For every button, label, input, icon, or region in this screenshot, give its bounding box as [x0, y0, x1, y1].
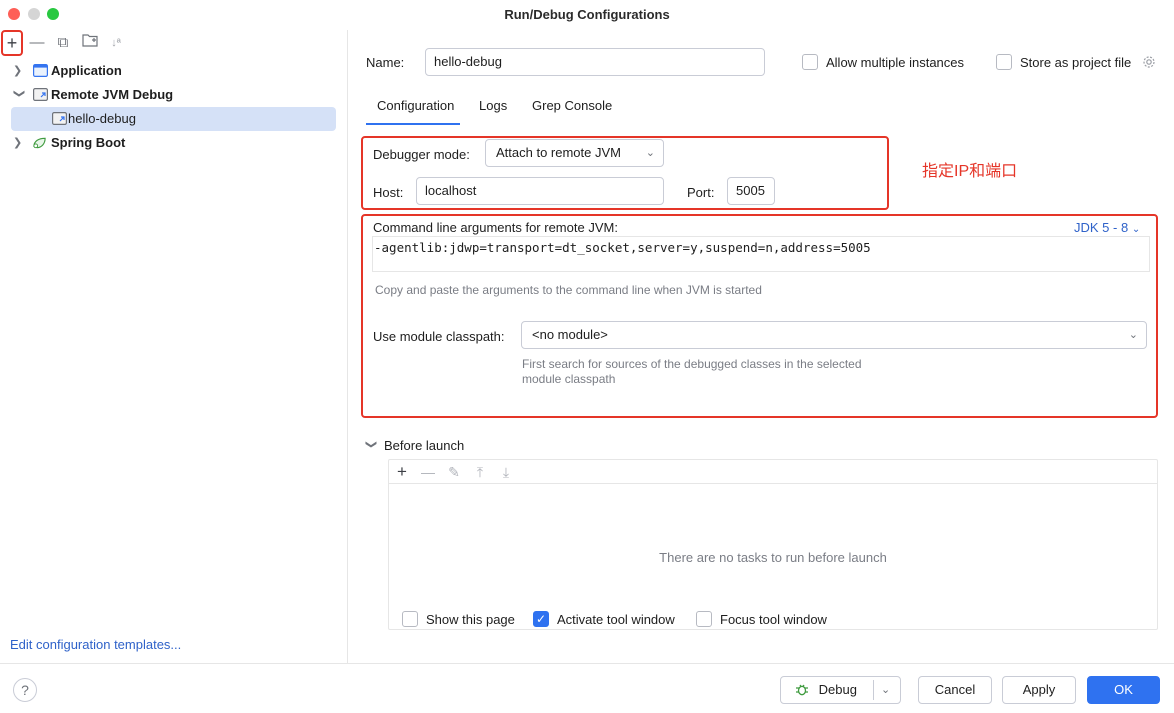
chevron-down-icon: ⌄ [645, 147, 655, 159]
remove-task-icon[interactable]: — [418, 462, 438, 482]
active-tab-indicator [366, 123, 460, 125]
before-launch-chevron-icon[interactable]: ❯ [365, 440, 378, 449]
remove-icon[interactable]: — [27, 33, 47, 53]
add-task-icon[interactable]: + [392, 462, 412, 482]
cancel-button[interactable]: Cancel [918, 676, 992, 704]
chevron-down-icon: ⌄ [1131, 224, 1141, 235]
tree-item-remote-jvm-debug[interactable]: ❯ Remote JVM Debug [0, 83, 336, 107]
module-classpath-label: Use module classpath: [373, 329, 505, 344]
name-label: Name: [366, 55, 405, 70]
edit-configuration-templates-link[interactable]: Edit configuration templates... [10, 637, 181, 652]
focus-tool-window-checkbox[interactable] [696, 611, 712, 627]
application-icon [33, 64, 48, 77]
cmd-args-hint: Copy and paste the arguments to the comm… [375, 283, 762, 297]
new-folder-icon[interactable] [80, 33, 100, 53]
chevron-down-icon: ⌄ [1128, 329, 1138, 341]
show-page-label: Show this page [426, 612, 515, 627]
tab-logs[interactable]: Logs [479, 98, 507, 113]
tab-configuration[interactable]: Configuration [377, 98, 454, 113]
chevron-right-icon[interactable]: ❯ [13, 131, 25, 155]
name-field[interactable]: hello-debug [425, 48, 765, 76]
remote-jvm-debug-icon [33, 88, 48, 101]
allow-multiple-checkbox[interactable] [802, 54, 818, 70]
sidebar-toolbar: + — ⧉ ↓ª [0, 30, 348, 56]
chevron-down-icon[interactable]: ⌄ [881, 677, 890, 703]
host-field[interactable]: localhost [416, 177, 664, 205]
port-field[interactable]: 5005 [727, 177, 775, 205]
gear-icon[interactable] [1142, 55, 1156, 69]
debug-split-button[interactable]: Debug ⌄ [780, 676, 901, 704]
sort-icon[interactable]: ↓ª [106, 33, 126, 53]
configuration-panel: Name: hello-debug Allow multiple instanc… [349, 30, 1174, 663]
tree-item-application[interactable]: ❯ Application [0, 59, 336, 83]
activate-tool-window-label: Activate tool window [557, 612, 675, 627]
module-classpath-select[interactable]: <no module> ⌄ [521, 321, 1147, 349]
module-hint-line2: module classpath [522, 372, 616, 386]
debugger-mode-label: Debugger mode: [373, 147, 470, 162]
store-project-label: Store as project file [1020, 55, 1132, 70]
debugger-mode-select[interactable]: Attach to remote JVM ⌄ [485, 139, 664, 167]
configurations-sidebar: + — ⧉ ↓ª ❯ Application ❯ Remote JVM Debu… [0, 30, 348, 663]
jdk-version-selector[interactable]: JDK 5 - 8 ⌄ [1074, 220, 1140, 235]
dialog-footer: ? Debug ⌄ Cancel Apply OK [0, 663, 1174, 713]
split-divider [873, 680, 874, 700]
module-hint-line1: First search for sources of the debugged… [522, 357, 862, 371]
tree-item-label: hello-debug [68, 111, 136, 126]
remote-debug-config-icon [52, 112, 67, 125]
store-project-checkbox[interactable] [996, 54, 1012, 70]
before-launch-toolbar: + — ✎ ⤒ ⤓ [389, 460, 1157, 484]
activate-tool-window-checkbox[interactable]: ✓ [533, 611, 549, 627]
cmd-args-label: Command line arguments for remote JVM: [373, 220, 618, 235]
move-up-icon[interactable]: ⤒ [470, 462, 490, 482]
annotation-text: 指定IP和端口 [922, 163, 1018, 180]
debugger-mode-value: Attach to remote JVM [496, 145, 621, 160]
run-debug-dialog: Run/Debug Configurations + — ⧉ ↓ª ❯ Appl… [0, 0, 1174, 713]
debug-button-label: Debug [818, 682, 857, 697]
tree-item-spring-boot[interactable]: ❯ Spring Boot [0, 131, 336, 155]
chevron-right-icon[interactable]: ❯ [13, 59, 25, 83]
tree-item-label: Application [51, 63, 122, 78]
module-classpath-value: <no module> [532, 327, 608, 342]
chevron-down-icon[interactable]: ❯ [7, 89, 31, 101]
tree-item-hello-debug[interactable]: hello-debug [11, 107, 336, 131]
edit-task-icon[interactable]: ✎ [444, 462, 464, 482]
copy-icon[interactable]: ⧉ [53, 33, 73, 53]
allow-multiple-label: Allow multiple instances [826, 55, 965, 70]
add-highlight-box [1, 30, 23, 56]
spring-boot-icon [33, 137, 46, 149]
port-label: Port: [687, 185, 715, 200]
ok-button[interactable]: OK [1087, 676, 1160, 704]
before-launch-header[interactable]: Before launch [384, 438, 464, 453]
tab-grep-console[interactable]: Grep Console [532, 98, 612, 113]
cmd-args-field[interactable]: -agentlib:jdwp=transport=dt_socket,serve… [372, 236, 1150, 272]
help-button[interactable]: ? [13, 678, 37, 702]
tree-item-label: Remote JVM Debug [51, 87, 174, 102]
no-tasks-message: There are no tasks to run before launch [659, 550, 887, 565]
focus-tool-window-label: Focus tool window [720, 612, 827, 627]
jdk-version-label: JDK 5 - 8 [1074, 220, 1129, 235]
host-label: Host: [373, 185, 404, 200]
apply-button[interactable]: Apply [1002, 676, 1076, 704]
before-launch-panel: + — ✎ ⤒ ⤓ There are no tasks to run befo… [388, 459, 1158, 630]
title-bar: Run/Debug Configurations [0, 0, 1174, 30]
window-title: Run/Debug Configurations [504, 7, 670, 22]
show-page-checkbox[interactable] [402, 611, 418, 627]
folder-icon [82, 34, 98, 47]
bug-icon [796, 684, 808, 696]
move-down-icon[interactable]: ⤓ [496, 462, 516, 482]
tree-item-label: Spring Boot [51, 135, 126, 150]
